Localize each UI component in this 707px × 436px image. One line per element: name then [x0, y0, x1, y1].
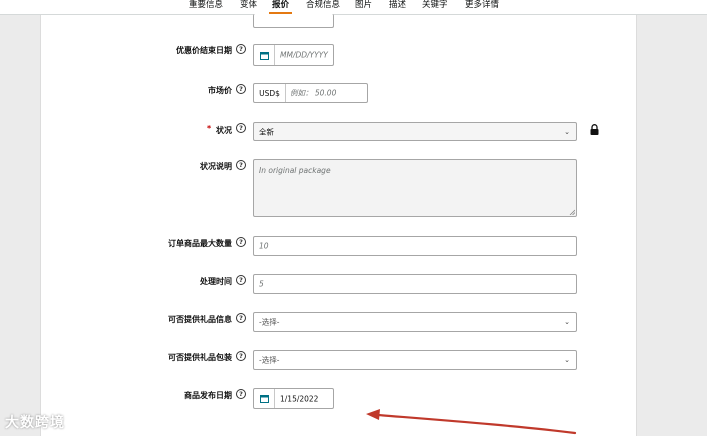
sale-end-date-placeholder: MM/DD/YYYY [280, 50, 328, 60]
handling-time-input[interactable]: 5 [253, 274, 577, 294]
max-order-qty-placeholder: 10 [259, 241, 269, 251]
calendar-icon[interactable] [254, 45, 275, 65]
gift-message-select[interactable]: -选择- ⌄ [253, 312, 577, 332]
calendar-icon[interactable] [254, 389, 275, 408]
condition-note-label: 状况说明 [200, 162, 232, 171]
chevron-down-icon: ⌄ [564, 127, 570, 136]
handling-time-placeholder: 5 [259, 279, 264, 289]
max-order-qty-input[interactable]: 10 [253, 236, 577, 256]
sale-end-date-label: 优惠价结束日期 [176, 46, 232, 55]
tab-more-details[interactable]: 更多详情 [465, 0, 499, 13]
watermark: 大数跨境 [5, 412, 65, 432]
help-icon[interactable]: ? [236, 351, 246, 361]
help-icon[interactable]: ? [236, 84, 246, 94]
tab-description[interactable]: 描述 [389, 0, 406, 13]
release-date-label: 商品发布日期 [184, 391, 232, 400]
currency-prefix: USD$ [254, 84, 286, 102]
market-price-placeholder: 例如： 50.00 [290, 88, 337, 98]
sale-end-date-input[interactable]: MM/DD/YYYY [253, 44, 334, 66]
market-price-input[interactable]: USD$ 例如： 50.00 [253, 83, 368, 103]
chevron-down-icon: ⌄ [564, 356, 570, 364]
help-icon[interactable]: ? [236, 44, 246, 54]
help-icon[interactable]: ? [236, 123, 246, 133]
help-icon[interactable]: ? [236, 275, 246, 285]
condition-note-textarea[interactable]: In original package [253, 159, 577, 217]
help-icon[interactable]: ? [236, 389, 246, 399]
tab-important-info[interactable]: 重要信息 [189, 0, 223, 13]
help-icon[interactable]: ? [236, 237, 246, 247]
release-date-input[interactable]: 1/15/2022 [253, 388, 334, 409]
condition-value: 全新 [259, 127, 274, 136]
condition-label: 状况 [216, 126, 232, 135]
release-date-value: 1/15/2022 [280, 394, 319, 403]
previous-field-input[interactable] [253, 14, 334, 28]
tab-compliance[interactable]: 合规信息 [306, 0, 340, 13]
tab-offer[interactable]: 报价 [268, 0, 293, 14]
gift-wrap-label: 可否提供礼品包装 [168, 353, 232, 362]
help-icon[interactable]: ? [236, 313, 246, 323]
tab-keywords[interactable]: 关键字 [422, 0, 448, 13]
handling-time-label: 处理时间 [200, 277, 232, 286]
lock-icon [590, 124, 599, 135]
tab-images[interactable]: 图片 [355, 0, 372, 13]
condition-note-placeholder: In original package [259, 166, 331, 175]
tab-variations[interactable]: 变体 [240, 0, 257, 13]
gift-message-label: 可否提供礼品信息 [168, 315, 232, 324]
annotation-arrow [366, 409, 577, 435]
tab-bar: 重要信息 变体 报价 合规信息 图片 描述 关键字 更多详情 [0, 0, 707, 15]
gift-wrap-value: -选择- [259, 355, 280, 365]
chevron-down-icon: ⌄ [564, 318, 570, 326]
market-price-label: 市场价 [208, 86, 232, 95]
watermark-text: 大数跨境 [5, 415, 65, 431]
gift-message-value: -选择- [259, 317, 280, 327]
help-icon[interactable]: ? [236, 160, 246, 170]
condition-select[interactable]: 全新 ⌄ [253, 122, 577, 141]
resize-handle-icon[interactable] [569, 209, 575, 215]
gift-wrap-select[interactable]: -选择- ⌄ [253, 350, 577, 370]
max-order-qty-label: 订单商品最大数量 [168, 239, 232, 248]
offer-form-panel [40, 15, 637, 436]
